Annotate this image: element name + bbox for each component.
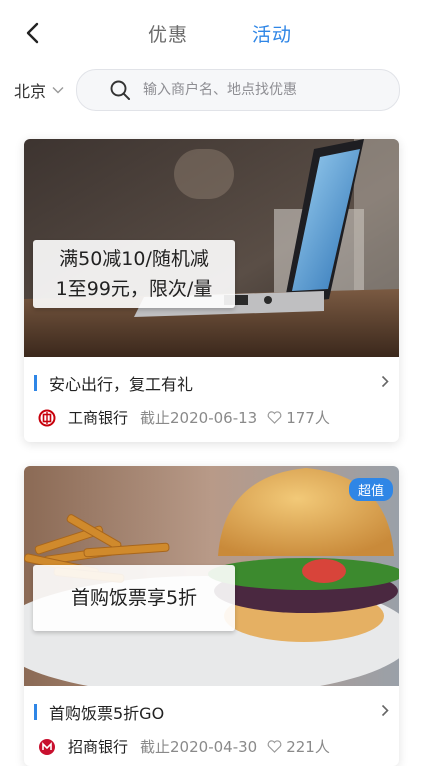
promo-banner: 首购饭票享5折 xyxy=(33,565,235,631)
activity-card[interactable]: 满50减10/随机减 1至99元，限次/量 安心出行，复工有礼 工商银行 截止2… xyxy=(24,139,399,442)
back-arrow-icon xyxy=(26,22,39,44)
deadline: 截止2020-04-30 xyxy=(140,738,258,756)
chevron-right-icon xyxy=(381,375,389,388)
promo-banner: 满50减10/随机减 1至99元，限次/量 xyxy=(33,240,235,308)
tab-offers[interactable]: 优惠 xyxy=(148,20,188,47)
card-title: 安心出行，复工有礼 xyxy=(49,375,194,394)
card-info: 首购饭票5折GO 招商银行 截止2020-04-30 221人 xyxy=(24,686,399,766)
promo-line: 1至99元，限次/量 xyxy=(55,278,213,300)
card-title-row: 首购饭票5折GO xyxy=(34,700,164,724)
card-meta-row: 工商银行 截止2020-06-13 177人 xyxy=(38,407,330,428)
chevron-down-icon xyxy=(52,87,64,94)
heart-icon xyxy=(267,411,282,424)
deadline: 截止2020-06-13 xyxy=(140,409,258,427)
back-button[interactable] xyxy=(18,18,46,48)
title-accent-bar xyxy=(34,704,37,720)
card-image-laptop: 满50减10/随机减 1至99元，限次/量 xyxy=(24,139,399,357)
card-meta-row: 招商银行 截止2020-04-30 221人 xyxy=(38,736,330,757)
chevron-right-icon xyxy=(381,704,389,717)
bank-name: 工商银行 xyxy=(68,409,129,427)
city-label: 北京 xyxy=(14,82,47,101)
card-title-row: 安心出行，复工有礼 xyxy=(34,371,193,395)
search-row: 北京 xyxy=(0,66,422,114)
cmb-logo-icon xyxy=(38,738,56,756)
icbc-logo-icon xyxy=(38,409,56,427)
card-title: 首购饭票5折GO xyxy=(49,704,165,723)
card-info: 安心出行，复工有礼 工商银行 截止2020-06-13 177人 xyxy=(24,357,399,442)
heart-icon xyxy=(267,740,282,753)
search-icon xyxy=(109,79,131,101)
participant-count: 221人 xyxy=(286,738,330,756)
top-navigation-bar: 优惠 活动 xyxy=(0,0,422,66)
search-input[interactable] xyxy=(141,81,385,99)
card-image-burger: 超值 首购饭票享5折 xyxy=(24,466,399,686)
promo-line: 首购饭票享5折 xyxy=(70,587,198,609)
title-accent-bar xyxy=(34,375,37,391)
promo-line: 满50减10/随机减 xyxy=(59,248,209,270)
participant-count: 177人 xyxy=(286,409,330,427)
bank-name: 招商银行 xyxy=(68,738,129,756)
city-selector[interactable]: 北京 xyxy=(14,78,64,102)
activity-card[interactable]: 超值 首购饭票享5折 首购饭票5折GO 招商银行 截止2020-04-30 22… xyxy=(24,466,399,766)
value-badge: 超值 xyxy=(348,478,393,501)
tab-activities[interactable]: 活动 xyxy=(252,20,292,47)
search-box[interactable] xyxy=(76,69,400,111)
